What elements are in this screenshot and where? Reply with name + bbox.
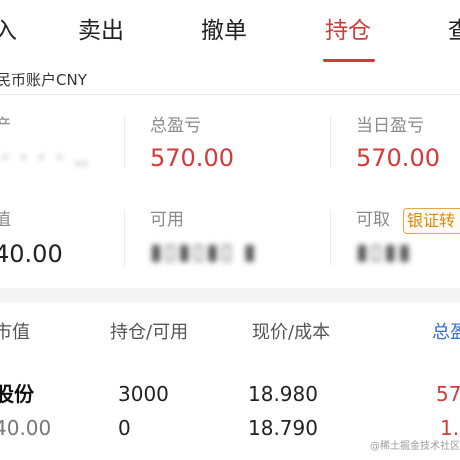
total-pnl-label: 总盈亏 [150, 116, 201, 136]
divider [124, 210, 125, 266]
total-assets-value-masked: · · · · ‥ [2, 146, 91, 171]
column-header-market-value[interactable]: 市值 [0, 320, 30, 346]
stock-market-value: 40.00 [0, 416, 52, 440]
divider [124, 116, 125, 168]
section-separator [0, 288, 460, 302]
today-pnl-value: 570.00 [356, 144, 440, 172]
withdrawable-label: 可取 [356, 210, 390, 230]
withdrawable-value-masked: ▮▯▮▮ [356, 240, 413, 265]
available-label: 可用 [150, 210, 184, 230]
stock-available: 0 [118, 416, 131, 440]
divider [0, 94, 460, 95]
market-value-value: 40.00 [0, 240, 63, 268]
column-header-price-cost[interactable]: 现价/成本 [252, 320, 330, 346]
tab-positions[interactable]: 持仓 [325, 14, 371, 48]
available-value-masked: ▮▯▮▯▮▯ ▮ [150, 240, 258, 265]
tab-cancel-order[interactable]: 撤单 [201, 14, 247, 48]
stock-cost: 18.790 [248, 416, 318, 440]
tab-query[interactable]: 查 [448, 14, 460, 48]
column-header-position-available[interactable]: 持仓/可用 [110, 320, 188, 346]
today-pnl-label: 当日盈亏 [356, 116, 424, 136]
watermark-text: @稀土掘金技术社区 [370, 441, 460, 452]
total-assets-label: 产 [0, 116, 11, 136]
stock-position: 3000 [118, 382, 169, 406]
column-header-total-pnl[interactable]: 总盈 [432, 320, 460, 346]
stock-pnl-ratio: 1. [440, 416, 460, 440]
divider [330, 210, 331, 266]
tab-buy[interactable]: 入 [0, 14, 17, 48]
market-value-label: 值 [0, 210, 11, 230]
bank-transfer-button[interactable]: 银证转 [403, 208, 460, 234]
stock-name: 股份 [0, 382, 34, 406]
divider [330, 116, 331, 168]
account-currency-label[interactable]: 民币账户CNY [0, 70, 87, 90]
active-tab-indicator [323, 59, 375, 62]
stock-price: 18.980 [248, 382, 318, 406]
stock-pnl: 57 [436, 382, 460, 406]
total-pnl-value: 570.00 [150, 144, 234, 172]
tab-sell[interactable]: 卖出 [78, 14, 124, 48]
trade-tab-bar: 入 卖出 撤单 持仓 查 [0, 0, 460, 64]
